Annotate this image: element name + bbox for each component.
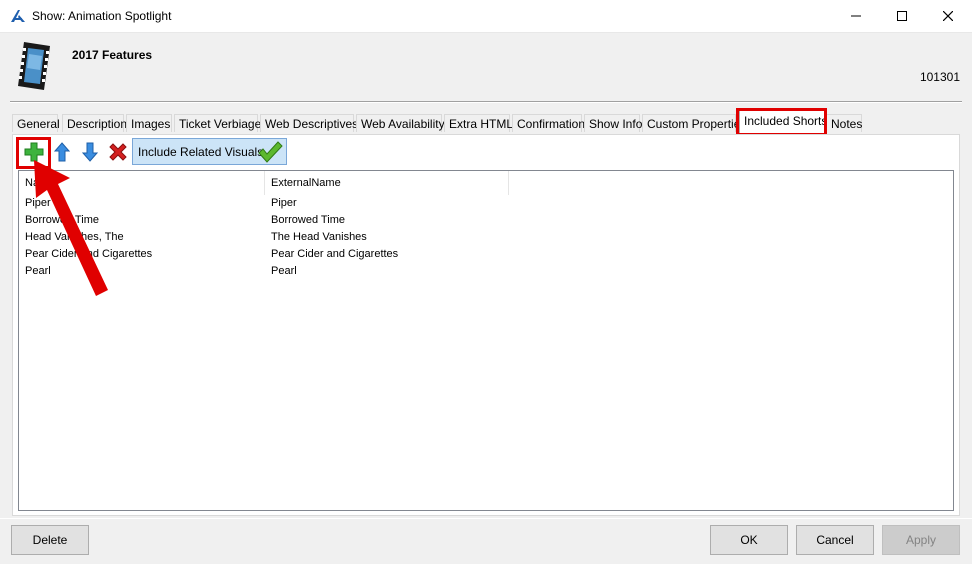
column-header-name[interactable]: Name — [19, 171, 265, 195]
delete-button[interactable]: Delete — [11, 525, 89, 555]
move-down-icon — [82, 142, 98, 162]
move-down-button[interactable] — [76, 138, 104, 166]
maximize-button[interactable] — [879, 0, 925, 32]
tab-extra-html[interactable]: Extra HTML — [444, 114, 513, 132]
delete-icon — [109, 143, 127, 161]
maximize-icon — [897, 11, 907, 21]
tab-notes[interactable]: Notes — [826, 114, 862, 132]
tab-description[interactable]: Description — [62, 114, 127, 132]
title-bar: Show: Animation Spotlight — [0, 0, 972, 33]
tab-web-descriptives[interactable]: Web Descriptives — [260, 114, 358, 132]
close-icon — [943, 11, 953, 21]
column-header-external-name[interactable]: ExternalName — [265, 171, 509, 195]
cell-name: Borrowed Time — [25, 214, 99, 226]
app-logo-icon — [11, 10, 25, 22]
shorts-list[interactable]: Name ExternalName Piper Piper Borrowed T… — [18, 170, 954, 511]
remove-button[interactable] — [104, 138, 132, 166]
window-title: Show: Animation Spotlight — [32, 9, 172, 23]
show-name: 2017 Features — [72, 48, 153, 62]
cell-external-name: The Head Vanishes — [271, 231, 367, 243]
tab-custom-properties[interactable]: Custom Properties — [642, 114, 746, 132]
footer-divider — [0, 518, 972, 519]
minimize-button[interactable] — [833, 0, 879, 32]
cell-external-name: Pearl — [271, 265, 297, 277]
tab-included-shorts[interactable]: Included Shorts — [739, 110, 827, 134]
film-strip-icon — [18, 42, 50, 90]
apply-button: Apply — [882, 525, 960, 555]
include-related-visuals-toggle[interactable]: Include Related Visuals — [132, 138, 287, 165]
list-row[interactable]: Pearl Pearl — [19, 263, 953, 280]
list-row[interactable]: Pear Cider and Cigarettes Pear Cider and… — [19, 246, 953, 263]
tab-web-availability[interactable]: Web Availability — [356, 114, 445, 132]
list-row[interactable]: Borrowed Time Borrowed Time — [19, 212, 953, 229]
move-up-icon — [54, 142, 70, 162]
cell-external-name: Piper — [271, 197, 297, 209]
header-divider — [10, 101, 962, 103]
cell-name: Pearl — [25, 265, 51, 277]
cancel-button[interactable]: Cancel — [796, 525, 874, 555]
minimize-icon — [851, 15, 861, 17]
cell-name: Pear Cider and Cigarettes — [25, 248, 153, 260]
checkmark-icon — [258, 141, 283, 163]
cell-external-name: Borrowed Time — [271, 214, 345, 226]
tab-images[interactable]: Images — [126, 114, 172, 132]
ok-button[interactable]: OK — [710, 525, 788, 555]
include-related-visuals-label: Include Related Visuals — [138, 144, 264, 159]
cell-external-name: Pear Cider and Cigarettes — [271, 248, 399, 260]
close-button[interactable] — [925, 0, 971, 32]
tab-general[interactable]: General — [12, 114, 60, 132]
tab-show-info[interactable]: Show Info — [584, 114, 642, 132]
list-row[interactable]: Piper Piper — [19, 195, 953, 212]
tab-ticket-verbiage[interactable]: Ticket Verbiage — [174, 114, 261, 132]
tab-confirmation[interactable]: Confirmation — [512, 114, 585, 132]
list-row[interactable]: Head Vanishes, The The Head Vanishes — [19, 229, 953, 246]
cell-name: Head Vanishes, The — [25, 231, 124, 243]
add-button-highlight — [16, 137, 51, 169]
cell-name: Piper — [25, 197, 51, 209]
move-up-button[interactable] — [48, 138, 76, 166]
show-id: 101301 — [919, 70, 960, 84]
